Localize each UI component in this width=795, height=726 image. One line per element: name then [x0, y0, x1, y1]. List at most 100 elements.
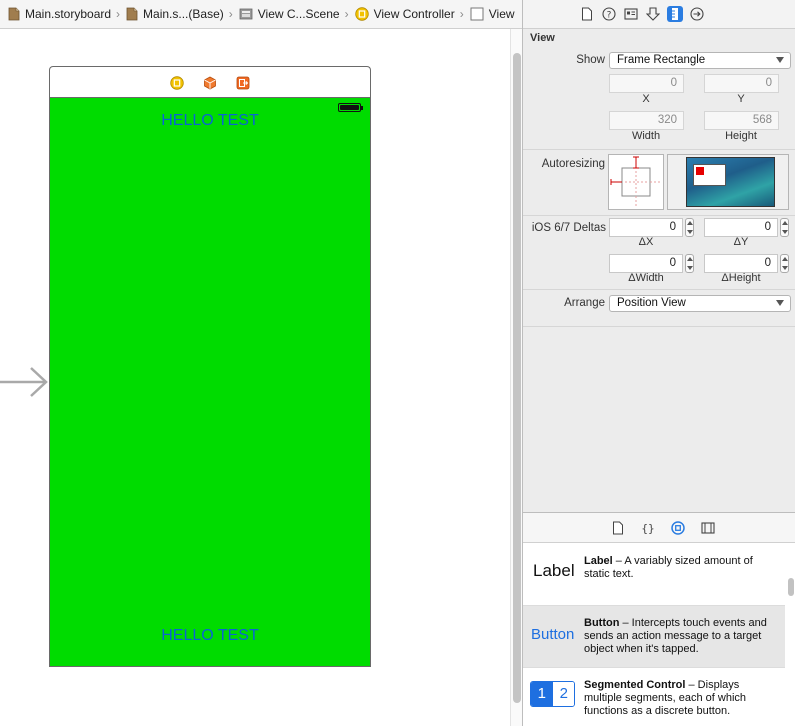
- attributes-inspector-icon[interactable]: [645, 6, 661, 22]
- view-controller-root-view[interactable]: HELLO TEST HELLO TEST: [49, 97, 371, 667]
- library-item-label[interactable]: Label Label – A variably sized amount of…: [523, 544, 785, 606]
- storyboard-canvas[interactable]: HELLO TEST HELLO TEST: [0, 29, 510, 726]
- delta-width-field[interactable]: 0: [609, 254, 683, 273]
- identity-inspector-icon[interactable]: [623, 6, 639, 22]
- crumb-storyboard-base[interactable]: Main.s...(Base) ›: [126, 7, 239, 21]
- autoresizing-mask-control[interactable]: [608, 154, 664, 210]
- scene-dock: [49, 66, 371, 98]
- delta-y-stepper[interactable]: [780, 218, 789, 237]
- library-item-button[interactable]: Button Button – Intercepts touch events …: [523, 606, 785, 668]
- battery-icon: [338, 103, 363, 112]
- delta-height-field[interactable]: 0: [704, 254, 778, 273]
- library-item-description: Button – Intercepts touch events and sen…: [584, 617, 779, 656]
- delta-x-stepper[interactable]: [685, 218, 694, 237]
- crumb-view[interactable]: View: [470, 7, 515, 21]
- autoresizing-label: Autoresizing: [541, 158, 605, 170]
- library-scrollbar[interactable]: [786, 544, 795, 726]
- preview-view: [696, 167, 704, 175]
- chevron-right-icon: ›: [228, 7, 233, 21]
- inspector-tab-bar: ?: [523, 0, 795, 29]
- x-field[interactable]: 0: [609, 74, 684, 93]
- height-field[interactable]: 568: [704, 111, 779, 130]
- chevron-down-icon: [776, 57, 784, 63]
- library-item-title: Button: [584, 617, 620, 629]
- height-field-label: Height: [725, 130, 757, 142]
- delta-x-field[interactable]: 0: [609, 218, 683, 237]
- autoresizing-struts-icon: [610, 156, 661, 207]
- autoresizing-preview: [667, 154, 789, 210]
- arrange-popup-value: Position View: [617, 297, 686, 309]
- segment-one: 1: [531, 682, 553, 706]
- crumb-storyboard[interactable]: Main.storyboard ›: [8, 7, 126, 21]
- size-inspector-icon[interactable]: [667, 6, 683, 22]
- object-library-icon[interactable]: [670, 520, 686, 536]
- jump-bar: Main.storyboard › Main.s...(Base) › View…: [0, 0, 522, 29]
- crumb-label: View Controller: [373, 7, 455, 21]
- hello-label-top[interactable]: HELLO TEST: [50, 112, 370, 130]
- library-item-segmented-control[interactable]: 1 2 Segmented Control – Displays multipl…: [523, 668, 785, 726]
- view-icon: [470, 7, 484, 21]
- delta-height-label: ΔHeight: [721, 272, 761, 284]
- exit-icon[interactable]: [236, 76, 250, 90]
- preview-desktop: [686, 157, 775, 207]
- view-controller-icon: [354, 7, 369, 21]
- divider: [523, 289, 795, 290]
- media-library-icon[interactable]: [700, 520, 716, 536]
- divider: [523, 326, 795, 327]
- divider: [523, 215, 795, 216]
- scene-icon: [239, 8, 253, 20]
- utilities-inspector: ? View Show Frame Rectangle 0 0 X Y 320 …: [522, 0, 795, 512]
- crumb-label: View: [488, 7, 515, 21]
- preview-window: [693, 164, 726, 186]
- first-responder-icon[interactable]: [203, 76, 217, 90]
- view-controller-icon[interactable]: [170, 75, 184, 90]
- crumb-scene[interactable]: View C...Scene ›: [239, 7, 355, 21]
- library-item-description: Label – A variably sized amount of stati…: [584, 555, 779, 581]
- code-snippet-icon[interactable]: {}: [640, 520, 656, 536]
- svg-text:?: ?: [607, 11, 612, 21]
- delta-width-label: ΔWidth: [628, 272, 664, 284]
- delta-height-stepper[interactable]: [780, 254, 789, 273]
- initial-scene-arrow-icon[interactable]: [0, 364, 50, 400]
- show-label: Show: [576, 54, 605, 66]
- svg-text:{}: {}: [641, 522, 654, 535]
- chevron-right-icon: ›: [344, 7, 349, 21]
- xcode-interface-builder: Main.storyboard › Main.s...(Base) › View…: [0, 0, 795, 726]
- y-field[interactable]: 0: [704, 74, 779, 93]
- crumb-label: View C...Scene: [257, 7, 340, 21]
- crumb-view-controller[interactable]: View Controller ›: [354, 7, 470, 21]
- canvas-scrollbar[interactable]: [510, 29, 522, 726]
- show-popup[interactable]: Frame Rectangle: [609, 52, 791, 69]
- file-template-icon[interactable]: [610, 520, 626, 536]
- arrange-popup[interactable]: Position View: [609, 295, 791, 312]
- arrange-label: Arrange: [564, 297, 605, 309]
- segmented-control-object-icon: 1 2: [530, 681, 575, 707]
- library-item-title: Label: [584, 555, 613, 567]
- object-library-pane: {} Label Label – A variably sized amount…: [522, 512, 795, 726]
- quick-help-icon[interactable]: ?: [601, 6, 617, 22]
- connections-inspector-icon[interactable]: [689, 6, 705, 22]
- delta-width-stepper[interactable]: [685, 254, 694, 273]
- crumb-label: Main.s...(Base): [143, 7, 224, 21]
- x-field-label: X: [642, 93, 650, 105]
- library-scroll-thumb[interactable]: [788, 578, 794, 596]
- crumb-label: Main.storyboard: [25, 7, 112, 21]
- storyboard-file-icon: [126, 7, 138, 21]
- divider: [523, 149, 795, 150]
- button-object-icon: Button: [531, 626, 575, 643]
- file-inspector-icon[interactable]: [579, 6, 595, 22]
- storyboard-file-icon: [8, 7, 20, 21]
- hello-label-bottom[interactable]: HELLO TEST: [50, 627, 370, 645]
- library-item-title: Segmented Control: [584, 679, 686, 691]
- canvas-scroll-thumb[interactable]: [513, 53, 521, 703]
- width-field[interactable]: 320: [609, 111, 684, 130]
- library-item-description: Segmented Control – Displays multiple se…: [584, 679, 779, 718]
- deltas-label: iOS 6/7 Deltas: [531, 222, 606, 234]
- segment-two: 2: [552, 682, 574, 706]
- delta-y-field[interactable]: 0: [704, 218, 778, 237]
- library-tab-bar: {}: [523, 513, 795, 543]
- delta-y-label: ΔY: [733, 236, 749, 248]
- chevron-right-icon: ›: [116, 7, 121, 21]
- y-field-label: Y: [737, 93, 745, 105]
- show-popup-value: Frame Rectangle: [617, 54, 706, 66]
